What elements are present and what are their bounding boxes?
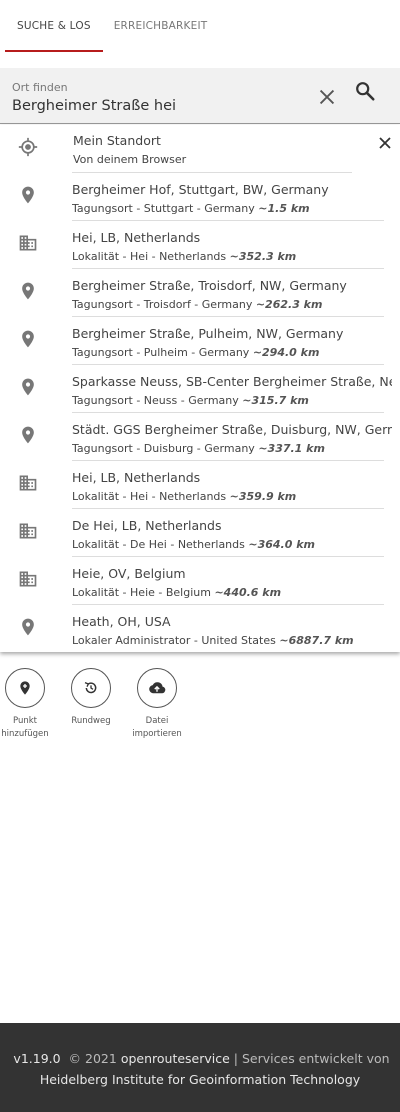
import-file-button-circle[interactable] [137,668,177,708]
footer: v1.19.0 © 2021 openrouteservice | Servic… [0,1023,400,1112]
result-item[interactable]: Bergheimer Hof, Stuttgart, BW, Germany T… [0,173,400,221]
result-title: Bergheimer Straße, Pulheim, NW, Germany [72,326,344,341]
city-icon [19,475,37,491]
import-file-button[interactable]: Datei importieren [124,668,190,741]
search-results-list: Mein Standort Von deinem Browser Berghei… [0,125,400,652]
result-subtitle: Lokalität - De Hei - Netherlands [72,538,245,551]
openrouteservice-link[interactable]: openrouteservice [121,1051,230,1066]
result-distance: ~440.6 km [214,586,282,599]
result-subtitle: Lokalität - Hei - Netherlands [72,250,227,263]
action-label: Punkt [12,716,37,726]
result-item[interactable]: Hei, LB, Netherlands Lokalität - Hei - N… [0,461,400,509]
result-distance: ~6887.7 km [279,634,354,647]
heigit-link[interactable]: Heidelberg Institute for Geoinformation … [40,1072,360,1087]
place-pin-icon [22,426,34,444]
tab-search-and-go[interactable]: SUCHE & LOS [5,0,103,52]
city-icon [19,235,37,251]
result-distance: ~1.5 km [258,202,310,215]
result-distance: ~337.1 km [258,442,325,455]
result-title: Heie, OV, Belgium [72,566,186,581]
result-subtitle: Tagungsort - Stuttgart - Germany [72,202,255,215]
search-icon[interactable] [354,80,376,102]
result-item[interactable]: Städt. GGS Bergheimer Straße, Duisburg, … [0,413,400,461]
result-item[interactable]: Heath, OH, USA Lokaler Administrator - U… [0,605,400,652]
result-distance: ~315.7 km [242,394,309,407]
result-item[interactable]: Hei, LB, Netherlands Lokalität - Hei - N… [0,221,400,269]
result-subtitle: Tagungsort - Troisdorf - Germany [72,298,253,311]
result-subtitle: Tagungsort - Pulheim - Germany [72,346,250,359]
result-item[interactable]: Sparkasse Neuss, SB-Center Bergheimer St… [0,365,400,413]
result-subtitle: Lokaler Administrator - United States [72,634,276,647]
roundtrip-button-circle[interactable] [71,668,111,708]
result-subtitle: Tagungsort - Neuss - Germany [72,394,239,407]
footer-separator: | [233,1051,239,1066]
result-title: Sparkasse Neuss, SB-Center Bergheimer St… [72,374,392,389]
result-title: Bergheimer Hof, Stuttgart, BW, Germany [72,182,329,197]
close-icon[interactable] [316,86,338,108]
action-label: Rundweg [71,716,111,726]
result-title: De Hei, LB, Netherlands [72,518,222,533]
place-pin-icon [22,282,34,300]
result-title: Hei, LB, Netherlands [72,470,201,485]
roundtrip-icon [84,682,97,694]
my-location-icon [18,137,38,157]
city-icon [19,571,37,587]
add-place-icon [20,681,30,695]
roundtrip-button[interactable]: Rundweg [58,668,124,728]
app-version: v1.19.0 [13,1051,61,1066]
result-subtitle: Lokalität - Hei - Netherlands [72,490,227,503]
copyright-text: © 2021 [68,1051,117,1066]
result-title: Städt. GGS Bergheimer Straße, Duisburg, … [72,422,392,437]
result-subtitle: Tagungsort - Duisburg - Germany [72,442,255,455]
result-distance: ~294.0 km [252,346,320,359]
close-icon[interactable] [378,136,392,150]
city-icon [19,523,37,539]
result-item[interactable]: Bergheimer Straße, Troisdorf, NW, German… [0,269,400,317]
place-pin-icon [22,378,34,396]
result-subtitle: Lokalität - Heie - Belgium [72,586,211,599]
result-distance: ~359.9 km [229,490,297,503]
place-search-input[interactable] [12,98,302,114]
result-item[interactable]: Heie, OV, Belgium Lokalität - Heie - Bel… [0,557,400,605]
result-title: Bergheimer Straße, Troisdorf, NW, German… [72,278,347,293]
result-distance: ~364.0 km [248,538,315,551]
result-title: Hei, LB, Netherlands [72,230,201,245]
place-search-box: Ort finden [0,68,400,124]
result-distance: ~262.3 km [255,298,323,311]
search-field-label: Ort finden [12,81,68,94]
tab-bar: SUCHE & LOS ERREICHBARKEIT [0,0,400,52]
add-place-button[interactable]: Punkt hinzufügen [0,668,58,741]
result-title: Mein Standort [73,133,161,148]
result-item[interactable]: Bergheimer Straße, Pulheim, NW, Germany … [0,317,400,365]
services-text: Services entwickelt von [242,1051,390,1066]
result-item-my-location[interactable]: Mein Standort Von deinem Browser [0,125,400,173]
place-pin-icon [22,330,34,348]
result-subtitle: Von deinem Browser [73,153,187,166]
route-actions: Punkt hinzufügen Rundweg Datei importieren [0,668,200,748]
action-label: hinzufügen [1,729,49,739]
add-place-button-circle[interactable] [5,668,45,708]
place-pin-icon [22,186,34,204]
cloud-upload-icon [149,682,166,694]
result-title: Heath, OH, USA [72,614,171,629]
place-pin-icon [22,618,34,636]
action-label: Datei [145,716,169,726]
result-item[interactable]: De Hei, LB, Netherlands Lokalität - De H… [0,509,400,557]
tab-reachability[interactable]: ERREICHBARKEIT [108,0,214,52]
action-label: importieren [132,729,182,739]
result-distance: ~352.3 km [229,250,297,263]
